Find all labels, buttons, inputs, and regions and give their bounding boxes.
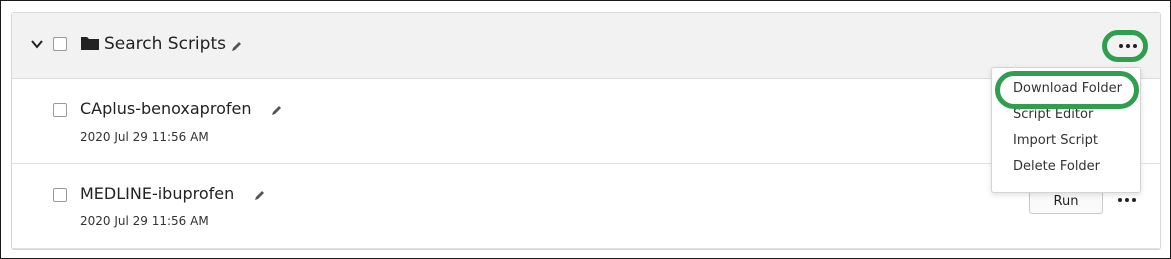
folder-more-button[interactable] [1102, 30, 1148, 62]
folder-icon [81, 37, 99, 50]
pencil-icon[interactable] [271, 104, 283, 116]
menu-item-script-editor[interactable]: Script Editor [1013, 107, 1093, 122]
pencil-icon[interactable] [231, 40, 243, 52]
script-date: 2020 Jul 29 11:56 AM [80, 214, 209, 228]
menu-item-import-script[interactable]: Import Script [1013, 133, 1098, 148]
ellipsis-icon [1119, 44, 1137, 48]
script-date: 2020 Jul 29 11:56 AM [80, 130, 209, 144]
script-row: CAplus-benoxaprofen 2020 Jul 29 11:56 AM [12, 79, 1160, 164]
folder-name: Search Scripts [104, 34, 226, 54]
pencil-icon[interactable] [254, 189, 266, 201]
script-name[interactable]: CAplus-benoxaprofen [80, 99, 251, 118]
ellipsis-icon[interactable] [1118, 198, 1136, 202]
script-row: MEDLINE-ibuprofen 2020 Jul 29 11:56 AM R… [12, 164, 1160, 249]
download-folder-highlight [995, 71, 1139, 109]
folder-checkbox[interactable] [53, 37, 67, 51]
menu-item-delete-folder[interactable]: Delete Folder [1013, 159, 1100, 174]
script-checkbox[interactable] [53, 103, 67, 117]
chevron-down-icon[interactable] [30, 37, 44, 51]
script-checkbox[interactable] [53, 188, 67, 202]
scripts-panel: Search Scripts CAplus-benoxaprofen 2020 … [11, 12, 1161, 250]
window-frame: Search Scripts CAplus-benoxaprofen 2020 … [0, 0, 1171, 259]
script-name[interactable]: MEDLINE-ibuprofen [80, 184, 234, 203]
folder-row: Search Scripts [12, 13, 1160, 79]
